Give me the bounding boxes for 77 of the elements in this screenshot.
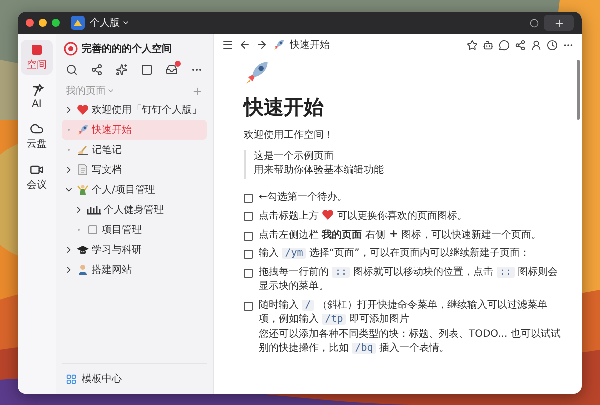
person-icon [77,264,89,276]
plus-icon [388,228,399,238]
sidebar-item[interactable]: 写文档 [62,160,207,180]
scrollbar[interactable] [577,60,580,120]
todo-checkbox[interactable] [244,212,253,221]
rocket-icon [77,124,89,136]
page-title: 快速开始 [244,94,325,121]
app-logo-icon [71,16,85,30]
sidebar-item[interactable]: 记笔记 [62,140,207,160]
bot-icon[interactable] [483,40,494,50]
writing-hand-icon [77,144,89,156]
todo-text: 点击标题上方 可以更换你喜欢的页面图标。 [259,209,468,224]
todo-text: ←勾选第一个待办。 [259,190,348,204]
breadcrumb[interactable]: 快速开始 [290,38,330,52]
add-page-icon[interactable] [192,86,203,96]
space-name: 完善的的的个人空间 [82,42,172,56]
back-icon[interactable] [239,39,251,51]
history-icon[interactable] [547,40,558,50]
quote-line: 用来帮助你体验基本编辑功能 [254,164,385,178]
todo-text: 输入 /ym 选择“页面”，可以在页面内可以继续新建子页面： [259,247,530,261]
rocket-icon [273,39,285,51]
rail-tab[interactable]: 空间 [21,40,53,75]
todo-text: 点击左侧边栏 我的页面 右侧 图标，可以快速新建一个页面。 [259,228,542,242]
todo-text: 拖拽每一行前的 :: 图标就可以移动块的位置，点击 :: 图标则会显示块的菜单。 [259,266,559,294]
plus-icon [554,18,564,28]
zoom-button[interactable] [52,19,60,27]
sidebar-item[interactable]: 快速开始 [62,120,207,140]
new-tab-button[interactable] [544,15,574,31]
status-icon[interactable] [530,18,539,28]
minimize-button[interactable] [39,19,47,27]
close-button[interactable] [26,19,34,27]
sparkle-icon[interactable] [116,64,128,76]
document-icon [77,164,89,176]
rocket-icon [244,60,270,86]
square-icon[interactable] [141,64,153,76]
sidebar-item[interactable]: 搭建网站 [62,260,207,280]
todo-checkbox[interactable] [244,268,253,278]
grid-icon [66,374,77,384]
heart-icon [77,104,89,116]
rail-tab[interactable]: 云盘 [21,119,53,154]
user-icon[interactable] [531,40,542,50]
figure-icon [77,184,89,196]
todo-text: 随时输入 / （斜杠）打开快捷命令菜单，继续输入可以过滤菜单项，例如输入 /tp 即可添加图片 [259,298,548,327]
star-icon[interactable] [467,40,478,50]
search-icon[interactable] [66,64,78,76]
workspace-switcher[interactable]: 个人版 [90,16,130,30]
forward-icon[interactable] [256,39,268,51]
page-icon [87,224,99,236]
graduation-cap-icon [77,244,89,256]
sidebar-item[interactable]: 欢迎使用「钉钉个人版」 [62,100,207,120]
todo-checkbox[interactable] [244,194,253,202]
share-icon[interactable] [515,40,526,50]
todo-checkbox[interactable] [244,302,253,310]
todo-checkbox[interactable] [244,250,253,259]
video-icon [30,163,44,177]
heart-icon [322,209,334,221]
share-icon[interactable] [91,64,103,76]
sidebar-item[interactable]: 个人健身管理 [62,200,207,220]
rail-tab[interactable]: AI [21,81,53,113]
todo-note: 您还可以添加各种不同类型的块：标题、列表、TODO... 也可以试试别的快捷操作，比如 /bq 插入一个表情。 [259,328,562,356]
welcome-text: 欢迎使用工作空间！ [244,129,335,143]
sidebar-item[interactable]: 学习与科研 [62,240,207,260]
inbox-icon[interactable] [166,64,178,76]
rail-tab[interactable]: 会议 [21,160,53,195]
sidebar-item[interactable]: 项目管理 [62,220,207,240]
space-logo-icon [64,42,78,56]
menu-icon[interactable] [222,39,234,51]
template-center-button[interactable]: 模板中心 [62,363,207,394]
space-icon [30,43,44,57]
cloud-icon [30,122,44,136]
sparkle-icon [30,84,44,98]
comment-icon[interactable] [499,40,510,50]
caret-icon [107,87,115,95]
todo-checkbox[interactable] [244,232,253,240]
caret-icon [122,19,130,27]
sidebar-item[interactable]: 个人/项目管理 [62,180,207,200]
quote-line: 这是一个示例页面 [254,150,335,164]
